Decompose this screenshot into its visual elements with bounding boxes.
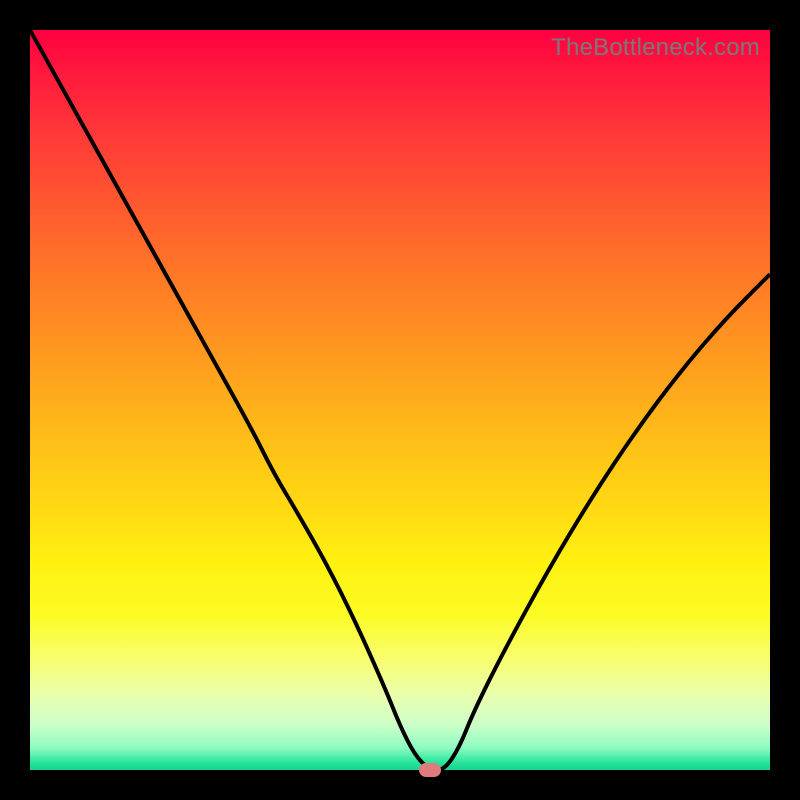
- plot-area: TheBottleneck.com: [30, 30, 770, 770]
- curve-path: [30, 30, 770, 770]
- chart-frame: TheBottleneck.com: [0, 0, 800, 800]
- optimum-marker: [419, 763, 441, 777]
- bottleneck-curve: [30, 30, 770, 770]
